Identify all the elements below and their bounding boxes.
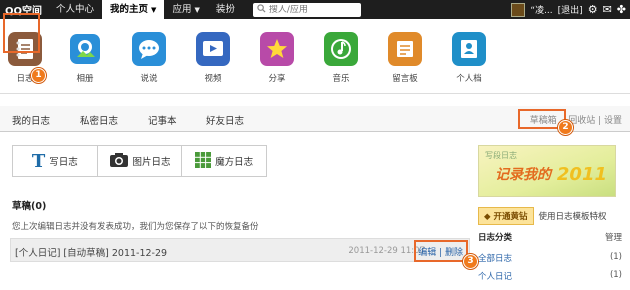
diary-promo-banner[interactable]: 写段日志 记录我的 2011 — [478, 145, 616, 197]
app-icon-row: 日志 相册 说说 视频 分享 音乐 留言板 个人档 — [0, 22, 630, 94]
username[interactable]: “凌... — [530, 3, 552, 16]
category-item-all[interactable]: 全部日志 (1) — [478, 252, 622, 264]
speech-bubble-icon — [132, 32, 166, 66]
step-badge-2: 2 — [558, 120, 573, 135]
grid-icon — [195, 151, 212, 171]
app-label: 相册 — [76, 74, 94, 84]
category-item-personal[interactable]: 个人日记 (1) — [478, 270, 622, 282]
step-badge-1: 1 — [31, 68, 46, 83]
tab-settings[interactable]: 设置 — [604, 116, 622, 126]
banner-big-text: 记录我的 — [495, 167, 551, 183]
tab-private-diary[interactable]: 私密日志 — [80, 113, 118, 127]
photo-diary-label: 图片日志 — [132, 157, 171, 168]
app-label: 视频 — [204, 74, 222, 84]
app-label: 音乐 — [332, 74, 350, 84]
gear-icon[interactable]: ⚙ — [588, 3, 598, 16]
photo-diary-button[interactable]: 图片日志 — [98, 146, 183, 176]
nav-apps[interactable]: 应用 ▼ — [164, 0, 207, 19]
draft-row[interactable]: [个人日记] [自动草稿] 2011-12-29 2011-12-29 11:0… — [10, 238, 470, 262]
highlight-box-diary — [3, 13, 40, 53]
category-title: 日志分类 — [478, 233, 513, 243]
app-profile[interactable]: 个人档 — [444, 32, 494, 84]
app-label: 说说 — [140, 74, 158, 84]
banner-year: 2011 — [556, 164, 607, 185]
photo-album-icon — [68, 32, 102, 66]
app-status[interactable]: 说说 — [124, 32, 174, 84]
text-t-icon: T — [31, 150, 46, 172]
drafts-title: 草稿(0) — [12, 201, 47, 212]
vip-text: 使用日志模板特权 — [538, 212, 607, 222]
logout-link[interactable]: [退出] — [558, 3, 583, 16]
guestbook-icon — [388, 32, 422, 66]
write-diary-label: 写日志 — [49, 157, 78, 168]
cube-diary-label: 魔方日志 — [215, 157, 254, 168]
nav-personal-center[interactable]: 个人中心 — [48, 0, 102, 19]
nav-my-homepage[interactable]: 我的主页 ▼ — [102, 0, 165, 19]
nav-decorate[interactable]: 装扮 — [208, 0, 243, 19]
category-count: (1) — [609, 270, 622, 280]
category-header: 日志分类 管理 — [478, 231, 622, 243]
app-label: 留言板 — [392, 74, 418, 84]
vip-button-label: 开通黄钻 — [493, 212, 528, 222]
top-nav-bar: QQ空间 个人中心 我的主页▼ 应用▼ 装扮 “凌... [退出] ⚙ ✉ ✤ — [0, 0, 630, 19]
profile-card-icon — [452, 32, 486, 66]
app-label: 分享 — [268, 74, 286, 84]
tab-notebook[interactable]: 记事本 — [148, 113, 177, 127]
app-photos[interactable]: 相册 — [60, 32, 110, 84]
music-note-icon — [324, 32, 358, 66]
search-box[interactable] — [252, 2, 361, 17]
cube-diary-button[interactable]: 魔方日志 — [182, 146, 266, 176]
search-input[interactable] — [268, 4, 349, 15]
tab-my-diary[interactable]: 我的日志 — [12, 113, 50, 127]
camera-icon — [109, 152, 129, 171]
clover-icon[interactable]: ✤ — [617, 3, 626, 16]
app-label: 个人档 — [456, 74, 482, 84]
draft-title[interactable]: [个人日记] [自动草稿] 2011-12-29 — [15, 245, 167, 259]
avatar[interactable] — [511, 2, 526, 17]
app-music[interactable]: 音乐 — [316, 32, 366, 84]
nav-my-homepage-label: 我的主页 — [110, 4, 149, 15]
step-badge-3: 3 — [463, 254, 478, 269]
nav-apps-label: 应用 — [172, 4, 192, 15]
drafts-note: 您上次编辑日志并没有发表成功，我们为您保存了以下的恢复备份 — [12, 222, 259, 232]
category-name: 个人日记 — [478, 272, 513, 282]
highlight-box-edit — [414, 240, 468, 262]
chevron-down-icon: ▼ — [194, 6, 200, 14]
star-icon — [260, 32, 294, 66]
category-name: 全部日志 — [478, 254, 513, 264]
category-count: (1) — [609, 252, 622, 262]
app-video[interactable]: 视频 — [188, 32, 238, 84]
banner-small-text: 写段日志 — [485, 151, 517, 160]
vip-row: ◆ 开通黄钻 使用日志模板特权 — [478, 207, 607, 225]
write-diary-button[interactable]: T 写日志 — [13, 146, 98, 176]
video-icon — [196, 32, 230, 66]
search-icon — [257, 3, 266, 16]
chevron-down-icon: ▼ — [151, 6, 157, 14]
app-share[interactable]: 分享 — [252, 32, 302, 84]
mail-icon[interactable]: ✉ — [603, 3, 612, 16]
app-guestbook[interactable]: 留言板 — [380, 32, 430, 84]
category-manage-link[interactable]: 管理 — [605, 231, 622, 243]
diary-type-bar: T 写日志 图片日志 魔方日志 — [12, 145, 267, 177]
diamond-icon: ◆ — [484, 212, 491, 222]
tab-friends-diary[interactable]: 好友日志 — [206, 113, 244, 127]
open-yellow-diamond-button[interactable]: ◆ 开通黄钻 — [478, 207, 534, 225]
